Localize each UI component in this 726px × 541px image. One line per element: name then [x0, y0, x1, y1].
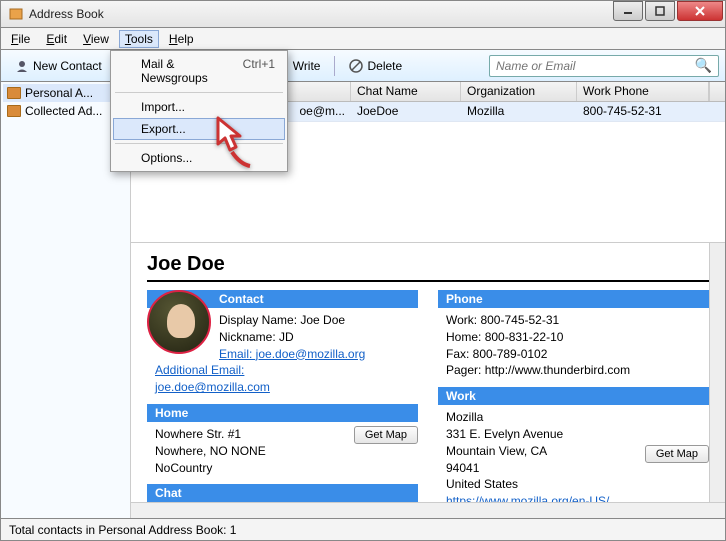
cursor-pointer-icon — [212, 116, 262, 166]
avatar — [147, 290, 211, 354]
work-body: Get Map Mozilla 331 E. Evelyn Avenue Mou… — [438, 409, 709, 502]
home-body: Get Map Nowhere Str. #1 Nowhere, NO NONE… — [147, 426, 418, 476]
menubar: File Edit View Tools Help — [0, 28, 726, 50]
addressbook-icon — [7, 105, 21, 117]
section-chat: Chat — [147, 484, 418, 502]
detail-pane: Joe Doe Contact Display Name: Joe Doe Ni… — [131, 242, 725, 502]
menu-help[interactable]: Help — [163, 30, 200, 48]
write-label: Write — [293, 59, 321, 73]
menu-edit[interactable]: Edit — [40, 30, 73, 48]
delete-icon — [349, 59, 363, 73]
scrollbar-horizontal[interactable] — [131, 502, 725, 518]
get-map-home-button[interactable]: Get Map — [354, 426, 418, 444]
col-picker[interactable] — [709, 82, 725, 101]
search-box[interactable]: 🔍 — [489, 55, 719, 77]
minimize-button[interactable] — [613, 1, 643, 21]
menu-view[interactable]: View — [77, 30, 115, 48]
toolbar: New Contact Write Delete 🔍 — [0, 50, 726, 82]
section-phone: Phone — [438, 290, 709, 308]
sidebar-item-label: Collected Ad... — [25, 104, 102, 118]
sidebar-item-label: Personal A... — [25, 86, 93, 100]
delete-label: Delete — [367, 59, 402, 73]
new-contact-button[interactable]: New Contact — [7, 56, 110, 76]
phone-body: Work: 800-745-52-31 Home: 800-831-22-10 … — [438, 312, 709, 379]
col-chat[interactable]: Chat Name — [351, 82, 461, 101]
menu-separator — [115, 92, 283, 93]
work-url-link[interactable]: https://www.mozilla.org/en-US/ — [446, 494, 609, 502]
maximize-button[interactable] — [645, 1, 675, 21]
scrollbar-vertical[interactable] — [709, 243, 725, 502]
separator — [334, 56, 335, 76]
menu-mail-newsgroups[interactable]: Mail & Newsgroups Ctrl+1 — [113, 53, 285, 89]
additional-email-label[interactable]: Additional Email: — [155, 363, 244, 377]
search-input[interactable] — [496, 59, 695, 73]
cell-chat: JoeDoe — [351, 102, 461, 121]
search-icon[interactable]: 🔍 — [695, 57, 712, 74]
person-icon — [15, 59, 29, 73]
contact-name: Joe Doe — [147, 253, 709, 282]
menu-import[interactable]: Import... — [113, 96, 285, 118]
new-contact-label: New Contact — [33, 59, 102, 73]
window-title: Address Book — [29, 7, 613, 21]
body: Personal A... Collected Ad... Name Email… — [0, 82, 726, 519]
menu-tools[interactable]: Tools — [119, 30, 159, 48]
section-work: Work — [438, 387, 709, 405]
delete-button[interactable]: Delete — [341, 56, 410, 76]
email-link[interactable]: Email: joe.doe@mozilla.org — [219, 347, 365, 361]
close-button[interactable] — [677, 1, 723, 21]
titlebar: Address Book — [0, 0, 726, 28]
write-button[interactable]: Write — [285, 56, 329, 76]
cell-phone: 800-745-52-31 — [577, 102, 725, 121]
col-phone[interactable]: Work Phone — [577, 82, 709, 101]
statusbar: Total contacts in Personal Address Book:… — [0, 519, 726, 541]
menu-file[interactable]: File — [5, 30, 36, 48]
app-icon — [9, 7, 23, 21]
col-org[interactable]: Organization — [461, 82, 577, 101]
cell-org: Mozilla — [461, 102, 577, 121]
get-map-work-button[interactable]: Get Map — [645, 445, 709, 463]
section-home: Home — [147, 404, 418, 422]
addressbook-icon — [7, 87, 21, 99]
additional-email-link[interactable]: joe.doe@mozilla.com — [155, 380, 270, 394]
status-text: Total contacts in Personal Address Book:… — [9, 523, 236, 537]
shortcut: Ctrl+1 — [243, 57, 275, 85]
